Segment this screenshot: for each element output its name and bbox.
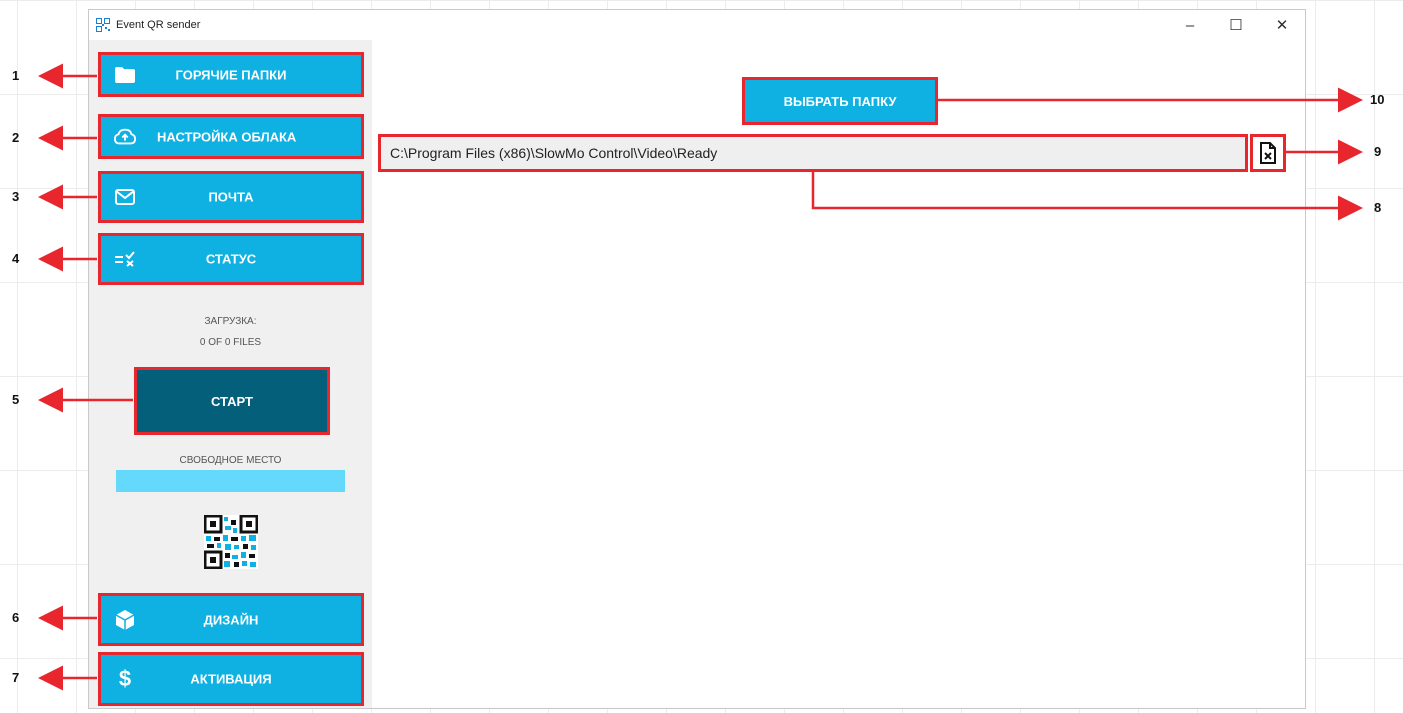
callout-8: 8 xyxy=(1374,200,1382,215)
callout-10: 10 xyxy=(1370,92,1385,107)
callout-1: 1 xyxy=(12,68,20,83)
callout-5: 5 xyxy=(12,392,20,407)
callout-9: 9 xyxy=(1374,144,1382,159)
callout-4: 4 xyxy=(12,251,20,266)
callout-arrows xyxy=(38,63,1363,691)
callout-6: 6 xyxy=(12,610,20,625)
callout-2: 2 xyxy=(12,130,20,145)
callout-7: 7 xyxy=(12,670,20,685)
arrow-8 xyxy=(811,171,1363,221)
callout-3: 3 xyxy=(12,189,20,204)
